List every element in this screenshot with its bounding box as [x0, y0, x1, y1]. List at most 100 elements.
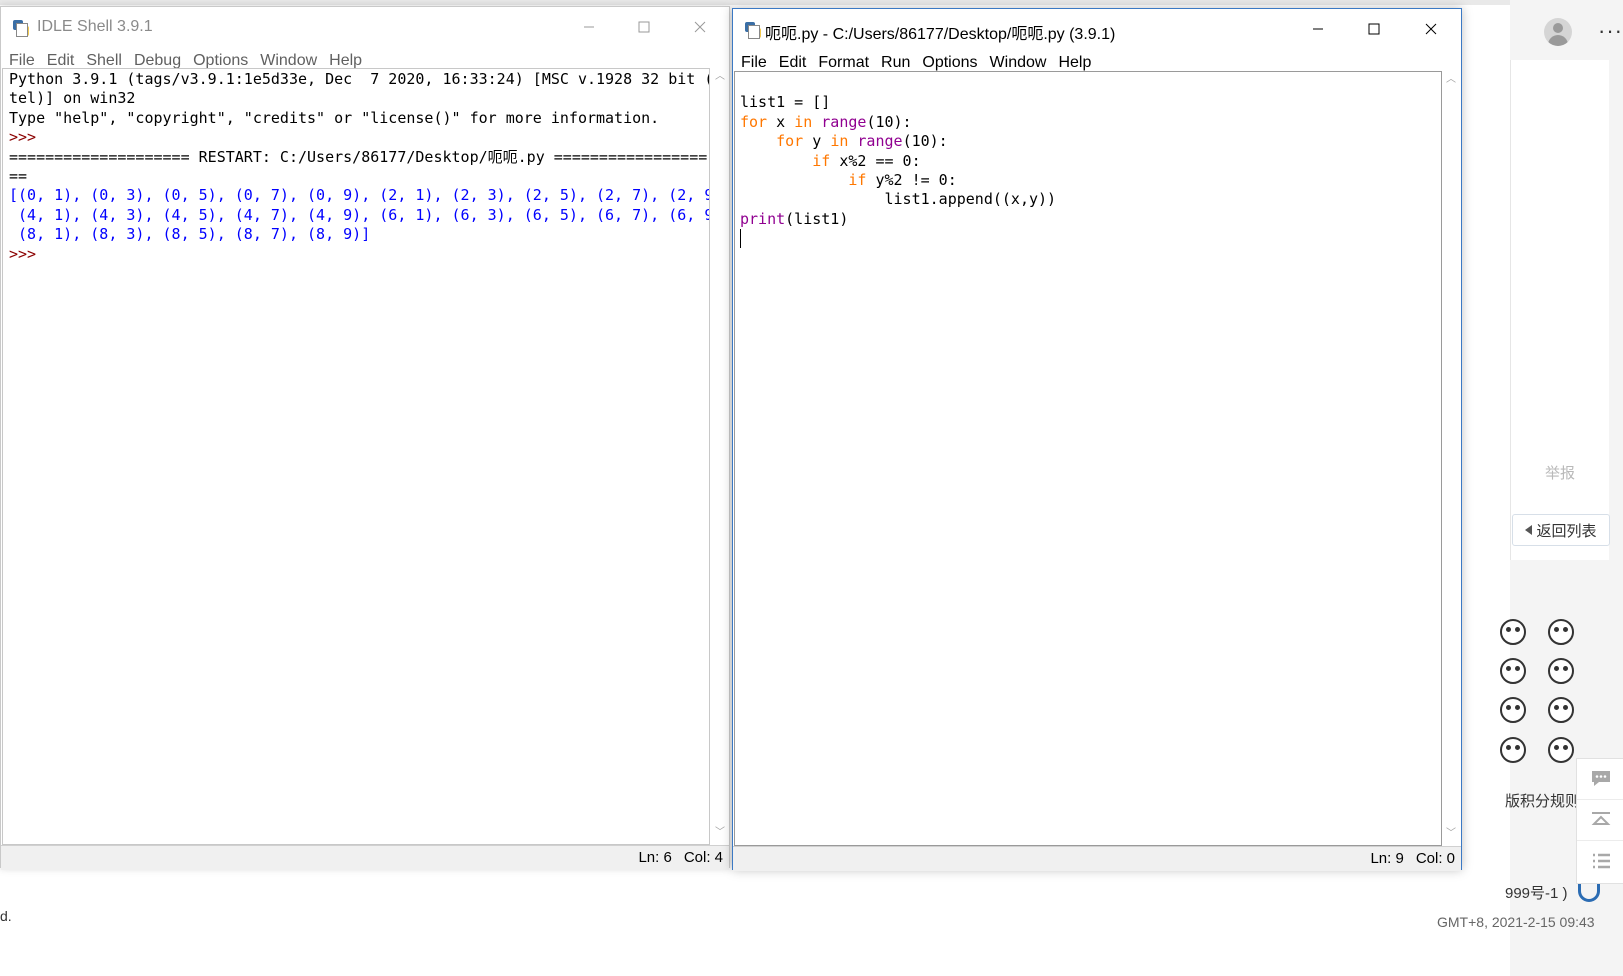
maximize-icon[interactable]	[621, 11, 667, 43]
shell-line: >>>	[9, 128, 37, 147]
menu-file[interactable]: File	[741, 54, 775, 72]
shell-line: >>>	[9, 244, 37, 263]
emoji-face-icon[interactable]	[1548, 697, 1574, 723]
code-line: for x in range(10):	[740, 113, 1441, 132]
close-icon[interactable]	[1408, 13, 1454, 45]
timestamp: GMT+8, 2021-2-15 09:43	[1437, 914, 1595, 930]
shell-titlebar[interactable]: IDLE Shell 3.9.1	[1, 7, 729, 47]
shell-line: Python 3.9.1 (tags/v3.9.1:1e5d33e, Dec 7…	[9, 70, 710, 88]
code-line: if x%2 == 0:	[740, 152, 1441, 171]
side-toolbar	[1576, 758, 1623, 884]
builtin-token: range	[857, 132, 903, 151]
report-link[interactable]: 举报	[1545, 462, 1575, 483]
scroll-down-icon[interactable]: ﹀	[715, 828, 725, 838]
keyword-token: for	[776, 132, 804, 151]
keyword-token: in	[830, 132, 849, 151]
keyword-token: in	[794, 112, 813, 131]
shell-text-area[interactable]: Python 3.9.1 (tags/v3.9.1:1e5d33e, Dec 7…	[2, 68, 710, 845]
menu-edit[interactable]: Edit	[779, 54, 815, 72]
code-token: x%2 == 0:	[830, 151, 921, 170]
idle-editor-window: 呃呃.py - C:/Users/86177/Desktop/呃呃.py (3.…	[732, 8, 1462, 871]
line-indicator: Ln: 9	[1370, 850, 1404, 867]
editor-scrollbar[interactable]: ︿ ﹀	[1442, 71, 1460, 846]
minimize-icon[interactable]	[566, 11, 612, 43]
code-line: for y in range(10):	[740, 132, 1441, 151]
shell-line: ==================== RESTART: C:/Users/8…	[9, 147, 708, 166]
scroll-up-icon[interactable]: ︿	[1446, 75, 1456, 85]
menu-options[interactable]: Options	[922, 54, 985, 72]
code-token: (10):	[902, 132, 948, 151]
keyword-token: for	[740, 112, 768, 131]
code-token: (10):	[866, 112, 912, 131]
shell-line: (8, 1), (8, 3), (8, 5), (8, 7), (8, 9)]	[9, 225, 371, 244]
browser-tab-strip	[0, 0, 1623, 5]
shell-window-title: IDLE Shell 3.9.1	[37, 18, 153, 35]
scroll-down-icon[interactable]: ﹀	[1446, 829, 1456, 839]
left-text-fragment: d.	[0, 908, 12, 924]
triangle-left-icon	[1525, 525, 1533, 535]
minimize-icon[interactable]	[1295, 13, 1341, 45]
shell-line: [(0, 1), (0, 3), (0, 5), (0, 7), (0, 9),…	[9, 186, 710, 205]
line-indicator: Ln: 6	[638, 849, 672, 866]
more-icon[interactable]: ···	[1598, 18, 1623, 44]
menu-format[interactable]: Format	[818, 54, 877, 72]
column-indicator: Col: 4	[683, 849, 723, 866]
back-to-list-button[interactable]: 返回列表	[1512, 514, 1610, 546]
menu-run[interactable]: Run	[881, 54, 918, 72]
rules-link[interactable]: 版积分规则	[1505, 790, 1580, 811]
close-icon[interactable]	[677, 11, 723, 43]
emoji-face-icon[interactable]	[1548, 619, 1574, 645]
editor-window-title: 呃呃.py - C:/Users/86177/Desktop/呃呃.py (3.…	[765, 26, 1116, 43]
back-to-top-icon[interactable]	[1577, 800, 1623, 841]
code-token: y	[803, 132, 831, 151]
shell-line: ==	[9, 167, 28, 186]
maximize-icon[interactable]	[1351, 13, 1397, 45]
menu-help[interactable]: Help	[1058, 54, 1099, 72]
shell-line: tel)] on win32	[9, 89, 136, 108]
text-cursor-line	[740, 229, 1441, 249]
emoji-face-icon[interactable]	[1548, 737, 1574, 763]
emoji-face-icon[interactable]	[1500, 619, 1526, 645]
code-line: list1.append((x,y))	[740, 190, 1441, 209]
emoji-face-icon[interactable]	[1548, 658, 1574, 684]
column-indicator: Col: 0	[1415, 850, 1455, 867]
code-token: list1.append((x,y))	[740, 190, 1057, 209]
license-text: 999号-1 )	[1505, 885, 1568, 902]
emoji-face-icon[interactable]	[1500, 737, 1526, 763]
builtin-token: range	[821, 112, 867, 131]
text-cursor	[740, 229, 741, 249]
menu-window[interactable]: Window	[990, 54, 1055, 72]
code-line: list1 = []	[740, 93, 1441, 112]
avatar-icon[interactable]	[1544, 18, 1572, 46]
code-token: list1 = []	[740, 93, 831, 112]
builtin-token: print	[740, 209, 786, 228]
code-line: print(list1)	[740, 210, 1441, 229]
code-token: y%2 != 0:	[866, 171, 957, 190]
back-to-list-label: 返回列表	[1536, 522, 1597, 540]
list-icon[interactable]	[1577, 841, 1623, 881]
shell-scrollbar[interactable]: ︿ ﹀	[711, 68, 729, 845]
idle-shell-window: IDLE Shell 3.9.1 File Edit Shell Debug O…	[0, 6, 730, 870]
emoji-face-icon[interactable]	[1500, 658, 1526, 684]
shell-line: (4, 1), (4, 3), (4, 5), (4, 7), (4, 9), …	[9, 205, 710, 224]
editor-titlebar[interactable]: 呃呃.py - C:/Users/86177/Desktop/呃呃.py (3.…	[733, 9, 1461, 49]
code-token: x	[767, 112, 795, 131]
editor-text-area[interactable]: list1 = [] for x in range(10): for y in r…	[734, 71, 1442, 846]
emoji-face-icon[interactable]	[1500, 697, 1526, 723]
code-line: if y%2 != 0:	[740, 171, 1441, 190]
python-idle-icon	[13, 20, 29, 37]
page-right-panel	[1510, 60, 1609, 560]
shell-statusbar: Ln: 6 Col: 4	[1, 845, 729, 870]
keyword-token: if	[848, 171, 867, 190]
editor-statusbar: Ln: 9 Col: 0	[733, 846, 1461, 871]
code-token: (list1)	[785, 209, 849, 228]
comment-icon[interactable]	[1577, 759, 1623, 800]
scroll-up-icon[interactable]: ︿	[715, 72, 725, 82]
keyword-token: if	[812, 151, 831, 170]
python-file-icon	[745, 22, 761, 39]
